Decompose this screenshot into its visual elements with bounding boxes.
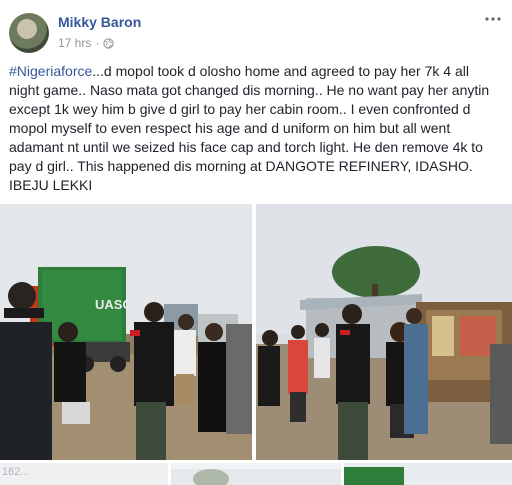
svg-text:UASC: UASC xyxy=(95,297,132,312)
post-photo-5[interactable] xyxy=(344,463,512,485)
post-photo-2[interactable] xyxy=(256,204,512,460)
photo-thumbnails: 162... xyxy=(0,463,512,485)
more-options-icon[interactable] xyxy=(484,12,502,26)
post-photo-1[interactable]: UASC xyxy=(0,204,252,460)
globe-icon[interactable] xyxy=(103,37,114,49)
post-time[interactable]: 17 hrs xyxy=(58,36,91,50)
author-avatar[interactable] xyxy=(9,13,49,53)
photo-count-label: 162... xyxy=(2,466,30,478)
author-name[interactable]: Mikky Baron xyxy=(58,14,141,30)
hashtag-link[interactable]: #Nigeriaforce xyxy=(9,63,92,79)
post-photo-3[interactable]: 162... xyxy=(0,463,168,485)
post-photo-4[interactable] xyxy=(171,463,341,485)
facebook-post: Mikky Baron 17 hrs · #Nigeriaforce...d m… xyxy=(0,0,512,485)
post-meta: 17 hrs · xyxy=(58,36,114,50)
post-text: #Nigeriaforce...d mopol took d olosho ho… xyxy=(9,62,501,195)
meta-separator: · xyxy=(95,36,100,50)
post-body: ...d mopol took d olosho home and agreed… xyxy=(9,63,490,193)
